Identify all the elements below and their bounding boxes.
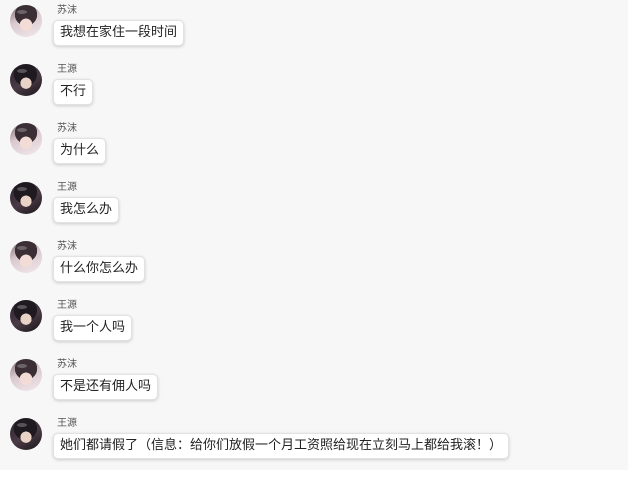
chat-panel: 苏沫 我想在家住一段时间 王源 不行 苏沫 为什么 王源 我怎么办 苏沫 什么你… (0, 0, 628, 470)
chat-message: 王源 我怎么办 (0, 177, 620, 235)
sender-name: 苏沫 (57, 241, 77, 252)
message-bubble: 为什么 (53, 138, 107, 164)
chat-message: 苏沫 为什么 (0, 118, 620, 176)
sender-name: 王源 (57, 182, 77, 193)
message-bubble: 我怎么办 (53, 197, 120, 223)
chat-message: 王源 她们都请假了（信息：给你们放假一个月工资照给现在立刻马上都给我滚！） (0, 413, 620, 471)
avatar[interactable] (10, 64, 42, 96)
sender-name: 苏沫 (57, 359, 77, 370)
chat-message: 苏沫 什么你怎么办 (0, 236, 620, 294)
message-bubble: 不行 (53, 79, 94, 105)
message-bubble: 什么你怎么办 (53, 256, 146, 282)
message-bubble: 我想在家住一段时间 (53, 20, 185, 46)
avatar[interactable] (10, 123, 42, 155)
chat-message: 苏沫 不是还有佣人吗 (0, 354, 620, 412)
avatar[interactable] (10, 300, 42, 332)
sender-name: 王源 (57, 300, 77, 311)
chat-message: 王源 我一个人吗 (0, 295, 620, 353)
chat-message: 王源 不行 (0, 59, 620, 117)
message-bubble: 不是还有佣人吗 (53, 374, 159, 400)
chat-message: 苏沫 我想在家住一段时间 (0, 0, 620, 58)
sender-name: 王源 (57, 64, 77, 75)
avatar[interactable] (10, 241, 42, 273)
message-bubble: 我一个人吗 (53, 315, 133, 341)
sender-name: 苏沫 (57, 5, 77, 16)
avatar[interactable] (10, 359, 42, 391)
message-bubble: 她们都请假了（信息：给你们放假一个月工资照给现在立刻马上都给我滚！） (53, 433, 510, 459)
avatar[interactable] (10, 418, 42, 450)
avatar[interactable] (10, 182, 42, 214)
sender-name: 苏沫 (57, 123, 77, 134)
avatar[interactable] (10, 5, 42, 37)
sender-name: 王源 (57, 418, 77, 429)
